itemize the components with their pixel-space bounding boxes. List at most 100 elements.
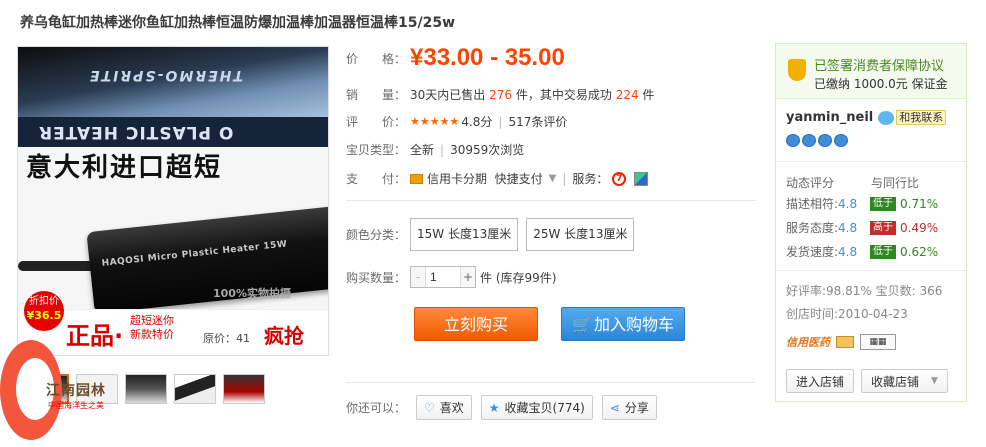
share-label: 你还可以： <box>346 401 407 415</box>
add-cart-label: 加入购物车 <box>593 315 674 334</box>
banner-text-2: O PLASTIC HEATER <box>38 122 234 142</box>
like-button[interactable]: ♡ 喜欢 <box>416 395 472 420</box>
quantity-stepper: - + <box>410 266 476 288</box>
quantity-label: 购买数量： <box>346 270 407 285</box>
score-value: 4.8 <box>838 245 858 259</box>
guarantee-shield-icon <box>788 59 806 81</box>
credit-pharmacy-badge[interactable]: 信用医药 <box>786 334 830 350</box>
image-watermark: 100%实物拍摄 <box>213 287 291 300</box>
compare-pct: 0.49% <box>900 220 939 235</box>
level-badge: 低于 <box>870 244 896 259</box>
rating-label: 评 价： <box>346 115 407 129</box>
product-title: 养乌龟缸加热棒迷你鱼缸加热棒恒温防爆加温棒加温器恒温棒15/25w <box>20 15 456 31</box>
thumbnail-5[interactable] <box>223 374 265 404</box>
main-product-image[interactable]: THERMO-SPRITE O PLASTIC HEATER 意大利进口超短 H… <box>17 46 329 356</box>
buy-now-button[interactable]: 立刻购买 <box>414 307 538 341</box>
service-label: 服务： <box>572 172 609 186</box>
view-count: 30959次浏览 <box>450 143 525 157</box>
heater-label: HAQOSI Micro Plastic Heater 15W <box>101 239 288 269</box>
site-badge: 江南园林 中国海洋生之美 <box>0 330 110 440</box>
compare-header: 与同行比 <box>871 176 920 190</box>
good-rate: 好评率:98.81% 宝贝数: 366 <box>786 284 943 298</box>
discount-badge: 折扣价 ¥36.5 <box>24 291 64 331</box>
credit-card-icon <box>410 173 423 184</box>
add-to-cart-button[interactable]: 🛒 加入购物车 <box>561 307 685 341</box>
crown-icon <box>818 134 832 147</box>
consumer-protection-icon[interactable]: ▦▦ <box>860 334 896 350</box>
favorite-shop-button[interactable]: 收藏店铺 ▼ <box>861 369 948 393</box>
divider <box>346 382 756 383</box>
payment-row: 支 付： 信用卡分期 快捷支付 ▼ | 服务： 7 <box>346 170 649 187</box>
heart-icon: ♡ <box>424 400 435 415</box>
crown-icon <box>786 134 800 147</box>
guarantee-text[interactable]: 已签署消费者保障协议 <box>814 55 944 74</box>
sku-option-15w[interactable]: 15W 长度13厘米 <box>410 218 519 251</box>
quantity-row: 购买数量： - + 件 (库存99件) <box>346 266 556 288</box>
type-label: 宝贝类型： <box>346 143 407 157</box>
level-badge: 高于 <box>870 220 896 235</box>
contact-button[interactable]: 和我联系 <box>896 110 947 125</box>
site-badge-text: 江南园林 <box>46 383 106 399</box>
quantity-stock: 件 (库存99件) <box>480 270 557 285</box>
seller-row: yanmin_neil 和我联系 <box>786 110 947 125</box>
color-row: 颜色分类： 15W 长度13厘米 25W 长度13厘米 <box>346 218 642 251</box>
heater-cable <box>18 261 98 271</box>
pay-installment[interactable]: 信用卡分期 <box>427 170 487 187</box>
score-row: 服务态度:4.8 高于 0.49% <box>786 220 939 235</box>
type-value: 全新 <box>410 143 435 157</box>
seven-day-return-icon[interactable]: 7 <box>612 171 627 186</box>
share-button[interactable]: ⋖ 分享 <box>601 395 657 420</box>
increase-button[interactable]: + <box>461 267 475 287</box>
sales-success: 224 <box>615 87 639 102</box>
star-icon: ★ <box>488 400 500 415</box>
quantity-input[interactable] <box>425 267 461 287</box>
sales-prefix: 30天内已售出 <box>410 88 486 102</box>
payment-label: 支 付： <box>346 172 407 186</box>
type-row: 宝贝类型： 全新 | 30959次浏览 <box>346 142 525 158</box>
guarantee-box: 已签署消费者保障协议 已缴纳 1000.0元 保证金 <box>776 44 966 99</box>
chevron-down-icon[interactable]: ▼ <box>549 173 557 184</box>
pay-quick[interactable]: 快捷支付 <box>495 170 543 187</box>
compare-pct: 0.71% <box>900 196 939 211</box>
shop-badges: 信用医药 ▦▦ <box>786 334 896 350</box>
crown-icon <box>802 134 816 147</box>
compare-pct: 0.62% <box>900 244 939 259</box>
sales-row: 销 量： 30天内已售出 276 件，其中交易成功 224 件 <box>346 86 654 103</box>
card-icon[interactable] <box>836 336 854 348</box>
price-row: 价 格： ¥33.00 - 35.00 <box>346 44 565 72</box>
favorite-button[interactable]: ★ 收藏宝贝(774) <box>480 395 593 420</box>
seller-name[interactable]: yanmin_neil <box>786 110 873 125</box>
sales-mid: 件，其中交易成功 <box>515 88 612 102</box>
image-headline: 意大利进口超短 <box>26 153 223 183</box>
chevron-down-icon[interactable]: ▼ <box>931 376 938 386</box>
sku-option-25w[interactable]: 25W 长度13厘米 <box>526 218 635 251</box>
decrease-button[interactable]: - <box>411 267 425 287</box>
promo-crazy: 疯抢 <box>264 324 304 348</box>
sales-label: 销 量： <box>346 88 407 102</box>
color-label: 颜色分类： <box>346 228 407 242</box>
enter-shop-button[interactable]: 进入店铺 <box>786 369 855 393</box>
banner-text: THERMO-SPRITE <box>88 67 243 83</box>
rating-score[interactable]: 4.8分 <box>461 113 492 130</box>
sales-suffix: 件 <box>642 88 655 102</box>
promo-note-2: 新款特价 <box>130 328 174 341</box>
share-row: 你还可以： ♡ 喜欢 ★ 收藏宝贝(774) ⋖ 分享 <box>346 395 666 420</box>
rating-row: 评 价： ★★★★★ 4.8分 | 517条评价 <box>346 113 568 130</box>
price-value: ¥33.00 - 35.00 <box>410 44 565 71</box>
price-label: 价 格： <box>346 51 407 66</box>
rating-count[interactable]: 517条评价 <box>508 113 567 130</box>
site-badge-sub: 中国海洋生之美 <box>48 401 104 410</box>
service-guarantee-icon[interactable] <box>634 171 649 186</box>
score-value: 4.8 <box>838 221 858 235</box>
shop-panel: 已签署消费者保障协议 已缴纳 1000.0元 保证金 yanmin_neil 和… <box>775 43 967 402</box>
promo-note-1: 超短迷你 <box>130 314 174 327</box>
wangwang-icon[interactable] <box>878 110 895 125</box>
cart-icon: 🛒 <box>572 315 592 334</box>
thumbnail-3[interactable] <box>125 374 167 404</box>
score-row: 发货速度:4.8 低于 0.62% <box>786 244 939 259</box>
score-row: 描述相符:4.8 低于 0.71% <box>786 196 939 211</box>
original-price: 原价：41 <box>203 332 250 345</box>
thumbnail-4[interactable] <box>174 374 216 404</box>
score-value: 4.8 <box>838 197 858 211</box>
rating-stars-icon: ★★★★★ <box>410 115 460 128</box>
